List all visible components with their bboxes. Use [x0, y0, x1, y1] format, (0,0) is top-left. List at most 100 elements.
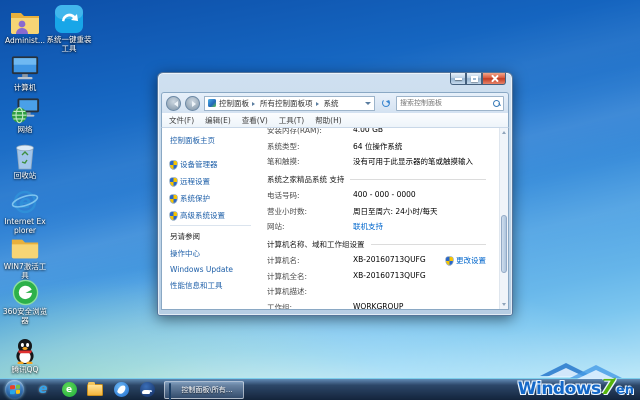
row-label: 网站:	[267, 221, 353, 232]
desktop-icon-reinstall-tool[interactable]: 系统一键重装工具	[46, 4, 92, 53]
desktop-icon-qq[interactable]: 腾讯QQ	[2, 334, 48, 375]
computer-row-fullname: 计算机全名: XB-20160713QUFG	[267, 271, 486, 282]
watermark-text: Windows7en	[484, 377, 634, 399]
row-value: 64 位操作系统	[353, 141, 402, 152]
folder-icon	[87, 384, 103, 396]
taskbar-item-internet-explorer[interactable]: e	[30, 379, 56, 400]
computer-name-section: 计算机名: XB-20160713QUFG 计算机全名: XB-20160713…	[267, 255, 486, 309]
folder-icon	[2, 231, 48, 261]
forward-button[interactable]	[185, 96, 200, 111]
scroll-down-icon	[502, 303, 506, 308]
desktop-icon-recycle-bin[interactable]: 回收站	[2, 140, 48, 181]
row-label: 营业小时数:	[267, 206, 353, 217]
computer-row-description: 计算机描述:	[267, 286, 486, 297]
breadcrumb-item-system[interactable]: 系统	[324, 98, 339, 109]
online-support-link[interactable]: 联机支持	[353, 221, 383, 232]
icon-label: 腾讯QQ	[2, 366, 48, 375]
desktop-icon-win7-activation-tool[interactable]: WIN7激活工具	[2, 231, 48, 280]
sidebar-item-windows-update[interactable]: Windows Update	[170, 265, 251, 274]
scroll-up-button[interactable]	[500, 128, 508, 137]
chevron-down-icon[interactable]	[365, 102, 371, 108]
uac-shield-icon	[170, 212, 177, 220]
menu-view[interactable]: 查看(V)	[242, 115, 268, 126]
menu-tools[interactable]: 工具(T)	[279, 115, 304, 126]
desktop-icon-360-browser[interactable]: 360安全浏览器	[2, 276, 48, 325]
roof-logo-icon	[484, 362, 626, 377]
support-row-phone: 电话号码: 400 - 000 - 0000	[267, 190, 486, 201]
scrollbar-thumb[interactable]	[501, 215, 507, 273]
minimize-icon	[455, 78, 462, 80]
user-folder-icon	[2, 5, 48, 35]
search-box[interactable]	[396, 96, 504, 111]
sidebar-item-label: 系统保护	[180, 193, 210, 204]
row-label: 系统类型:	[267, 141, 353, 152]
section-title: 计算机名称、域和工作组设置	[267, 239, 365, 250]
taskbar-item-360-browser[interactable]: e	[56, 379, 82, 400]
refresh-icon	[382, 99, 390, 107]
desktop-icon-internet-explorer[interactable]: e Internet Explorer	[2, 186, 48, 235]
cloud-app-icon	[140, 382, 155, 397]
vertical-scrollbar[interactable]	[499, 128, 508, 309]
breadcrumb[interactable]: 控制面板 所有控制面板项 系统	[204, 96, 375, 111]
icon-label: 计算机	[2, 84, 48, 93]
minimize-button[interactable]	[450, 73, 466, 85]
sidebar: 控制面板主页 设备管理器 远程设置 系统保护 高级系统设置	[162, 128, 257, 309]
control-panel-icon	[208, 99, 216, 107]
close-icon	[490, 74, 499, 83]
recycle-bin-icon	[2, 140, 48, 170]
sidebar-item-system-protection[interactable]: 系统保护	[170, 193, 257, 204]
sidebar-item-performance-tools[interactable]: 性能信息和工具	[170, 280, 251, 291]
sidebar-item-remote-settings[interactable]: 远程设置	[170, 176, 257, 187]
icon-label: Administ...	[2, 37, 48, 46]
menu-file[interactable]: 文件(F)	[169, 115, 194, 126]
icon-label: 系统一键重装工具	[46, 36, 92, 53]
start-button[interactable]	[5, 380, 24, 399]
sidebar-item-advanced-system-settings[interactable]: 高级系统设置	[170, 210, 257, 221]
see-also-section: 另请参阅 操作中心 Windows Update 性能信息和工具	[170, 225, 251, 297]
computer-icon	[169, 384, 178, 395]
row-value: 周日至周六: 24小时/每天	[353, 206, 437, 217]
scroll-down-button[interactable]	[500, 300, 508, 309]
system-info-panel: 安装内存(RAM): 4.00 GB 系统类型: 64 位操作系统 笔和触摸: …	[257, 128, 508, 309]
row-label: 计算机描述:	[267, 286, 353, 297]
menu-help[interactable]: 帮助(H)	[315, 115, 342, 126]
maximize-button[interactable]	[466, 73, 482, 85]
support-row-hours: 营业小时数: 周日至周六: 24小时/每天	[267, 206, 486, 217]
close-button[interactable]	[482, 73, 506, 85]
search-input[interactable]	[400, 99, 493, 107]
breadcrumb-item-all-items[interactable]: 所有控制面板项	[260, 98, 313, 109]
internet-explorer-icon: e	[39, 383, 48, 396]
windows7en-watermark: Windows7en	[484, 362, 634, 399]
breadcrumb-item-control-panel[interactable]: 控制面板	[219, 98, 249, 109]
taskbar-item-explorer[interactable]	[82, 379, 108, 400]
desktop-icon-administrator[interactable]: Administ...	[2, 5, 48, 46]
desktop-icon-network[interactable]: 网络	[2, 94, 48, 135]
computer-icon	[2, 52, 48, 82]
sidebar-item-label: 远程设置	[180, 176, 210, 187]
change-settings-link[interactable]: 更改设置	[446, 255, 486, 266]
sidebar-item-control-panel-home[interactable]: 控制面板主页	[170, 135, 257, 146]
row-label: 笔和触摸:	[267, 156, 353, 167]
watermark-word: Windows	[518, 379, 601, 399]
support-section-header: 系统之家精品系统 支持	[267, 174, 486, 185]
menu-edit[interactable]: 编辑(E)	[205, 115, 231, 126]
icon-label: 网络	[2, 126, 48, 135]
search-icon	[493, 100, 500, 107]
window-titlebar[interactable]	[161, 73, 509, 92]
taskbar-item-navy-app[interactable]	[134, 379, 160, 400]
row-value: XB-20160713QUFG	[353, 255, 426, 266]
taskbar-active-window-control-panel[interactable]: 控制面板\所有控制面板项	[164, 381, 244, 399]
change-settings-label: 更改设置	[456, 255, 486, 266]
system-window: 控制面板 所有控制面板项 系统 文件(F) 编辑(E) 查看(V) 工具(T) …	[157, 72, 513, 316]
spec-row-ram: 安装内存(RAM): 4.00 GB	[267, 128, 486, 136]
system-spec-rows: 安装内存(RAM): 4.00 GB 系统类型: 64 位操作系统 笔和触摸: …	[267, 128, 486, 167]
desktop-icon-computer[interactable]: 计算机	[2, 52, 48, 93]
taskbar-item-blue-app[interactable]	[108, 379, 134, 400]
refresh-button[interactable]	[379, 97, 392, 110]
back-button[interactable]	[166, 96, 181, 111]
back-icon	[171, 101, 178, 107]
uac-shield-icon	[170, 195, 177, 203]
internet-explorer-icon: e	[2, 186, 48, 216]
sidebar-item-device-manager[interactable]: 设备管理器	[170, 159, 257, 170]
sidebar-item-action-center[interactable]: 操作中心	[170, 248, 251, 259]
